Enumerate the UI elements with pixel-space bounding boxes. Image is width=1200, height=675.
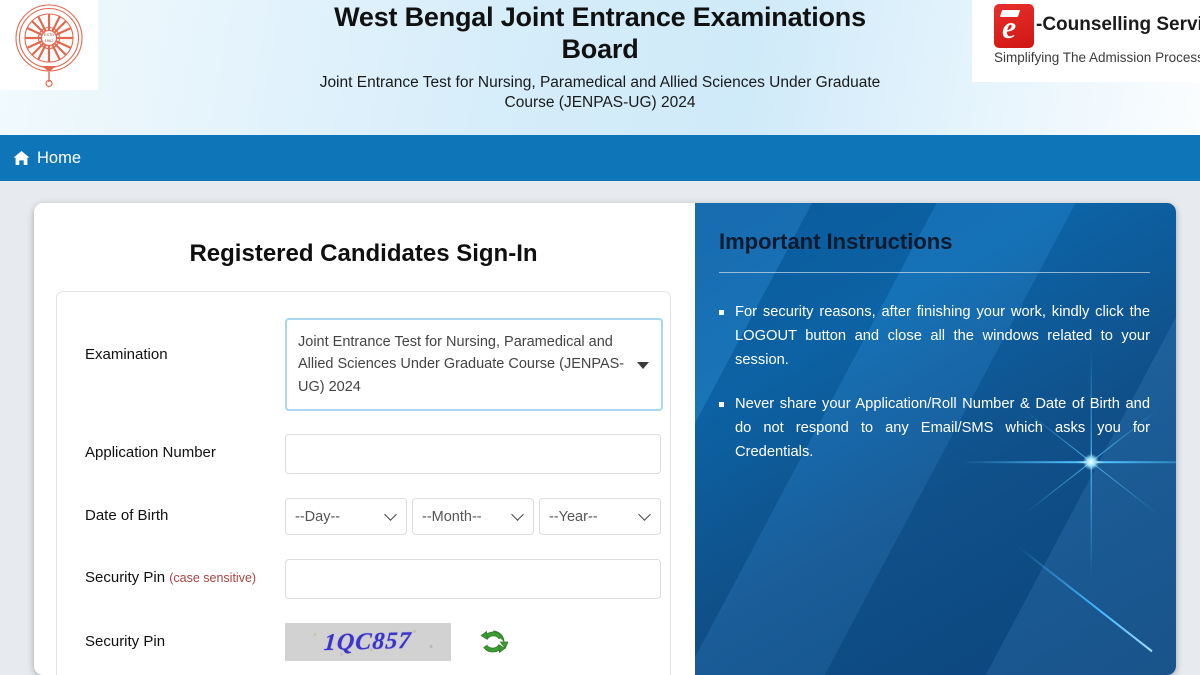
chevron-down-icon — [637, 362, 649, 369]
captcha-image: 1QC857 — [285, 623, 451, 662]
list-item: For security reasons, after finishing yo… — [719, 301, 1150, 372]
instruction-text: Never share your Application/Roll Number… — [735, 396, 1150, 461]
signin-column: Registered Candidates Sign-In Examinatio… — [34, 203, 695, 675]
graduation-cap-e-icon: e — [994, 4, 1034, 48]
dob-year-select[interactable]: --Year-- — [539, 498, 661, 536]
svg-text:1962: 1962 — [45, 38, 55, 43]
captcha-label: Security Pin — [85, 633, 166, 651]
svg-text:ESTD: ESTD — [44, 32, 55, 37]
chevron-down-icon — [511, 508, 524, 522]
bullet-square-icon — [719, 402, 724, 408]
captcha-code: 1QC857 — [323, 627, 413, 657]
instructions-list: For security reasons, after finishing yo… — [719, 301, 1150, 465]
chevron-down-icon — [638, 508, 651, 522]
captcha-row: 1QC857 — [285, 623, 670, 662]
application-number-input[interactable] — [285, 434, 661, 475]
instruction-text: For security reasons, after finishing yo… — [735, 304, 1150, 368]
examination-label: Examination — [85, 346, 168, 363]
form-row-security-pin-input: Security Pin (case sensitive) — [57, 559, 670, 600]
nav-item-home[interactable]: Home — [0, 149, 81, 168]
bullet-square-icon — [719, 310, 724, 315]
ecounselling-tagline: Simplifying The Admission Process — [994, 50, 1200, 65]
examination-select[interactable]: Joint Entrance Test for Nursing, Paramed… — [285, 318, 663, 412]
instructions-heading: Important Instructions — [719, 229, 953, 254]
dob-month-select[interactable]: --Month-- — [412, 498, 534, 536]
signin-card: Registered Candidates Sign-In Examinatio… — [34, 203, 1176, 675]
light-beam-decoration — [1017, 545, 1153, 653]
chevron-down-icon — [384, 508, 397, 522]
dob-year-value: --Year-- — [549, 508, 598, 525]
dob-month-value: --Month-- — [422, 508, 482, 525]
main-content: Registered Candidates Sign-In Examinatio… — [0, 181, 1200, 675]
form-row-captcha: Security Pin 1QC857 — [57, 623, 670, 662]
nav-item-home-label: Home — [37, 148, 82, 167]
application-number-label: Application Number — [85, 444, 216, 462]
security-pin-label: Security Pin (case sensitive) — [85, 559, 285, 588]
form-row-application-number: Application Number — [57, 434, 670, 475]
ecounselling-brand: -Counselling Services — [1036, 14, 1200, 35]
security-pin-input[interactable] — [285, 559, 661, 600]
security-pin-case-note: (case sensitive) — [169, 571, 257, 586]
site-header: ESTD 1962 West Bengal Joint Entrance Exa… — [0, 0, 1200, 135]
wbjeeb-seal-logo: ESTD 1962 — [0, 0, 98, 90]
page-title: West Bengal Joint Entrance Examinations … — [334, 2, 866, 64]
cap-bar-icon — [999, 10, 1021, 17]
main-navbar: Home — [0, 135, 1200, 181]
list-item: Never share your Application/Roll Number… — [719, 393, 1150, 464]
examination-selected-value: Joint Entrance Test for Nursing, Paramed… — [298, 334, 625, 395]
dob-day-value: --Day-- — [295, 508, 341, 525]
form-row-date-of-birth: Date of Birth --Day-- --Month-- --Year-- — [57, 498, 670, 536]
instructions-divider — [719, 272, 1150, 273]
date-of-birth-label: Date of Birth — [85, 507, 169, 525]
header-titles: West Bengal Joint Entrance Examinations … — [300, 0, 900, 114]
refresh-icon[interactable] — [478, 627, 508, 657]
ecounselling-logo: e -Counselling Services Simplifying The … — [972, 0, 1200, 82]
signin-heading: Registered Candidates Sign-In — [189, 240, 538, 267]
security-pin-label-text: Security Pin — [85, 569, 166, 587]
important-instructions-panel: Important Instructions For security reas… — [695, 203, 1176, 675]
dob-day-select[interactable]: --Day-- — [285, 498, 407, 536]
home-icon — [13, 150, 30, 166]
date-of-birth-group: --Day-- --Month-- --Year-- — [285, 498, 670, 536]
page-subtitle: Joint Entrance Test for Nursing, Paramed… — [319, 73, 881, 112]
form-row-examination: Examination Joint Entrance Test for Nurs… — [57, 318, 670, 412]
signin-form-panel: Examination Joint Entrance Test for Nurs… — [56, 291, 671, 675]
